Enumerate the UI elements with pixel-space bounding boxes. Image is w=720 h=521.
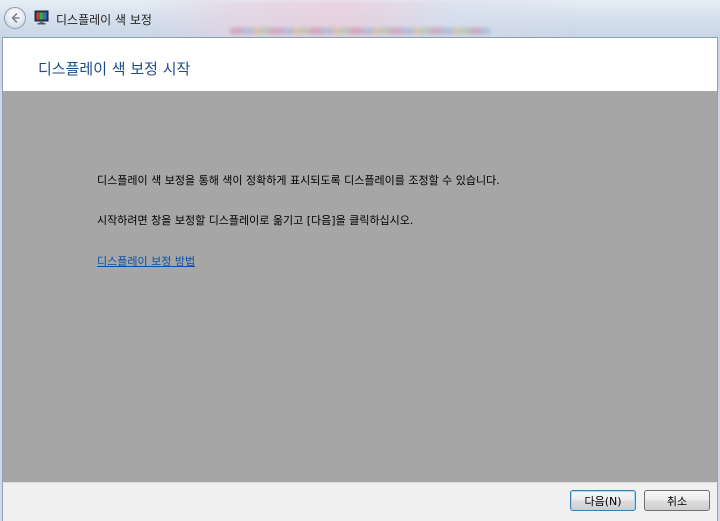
title-bar: 디스플레이 색 보정 — [0, 0, 720, 37]
next-button[interactable]: 다음(N) — [570, 490, 636, 511]
back-arrow-icon — [11, 13, 20, 23]
back-button[interactable] — [4, 7, 26, 29]
wizard-content: 디스플레이 색 보정을 통해 색이 정확하게 표시되도록 디스플레이를 조정할 … — [2, 91, 718, 482]
description-text: 디스플레이 색 보정을 통해 색이 정확하게 표시되도록 디스플레이를 조정할 … — [97, 174, 500, 187]
calibration-help-link[interactable]: 디스플레이 보정 방법 — [97, 253, 195, 269]
instruction-text: 시작하려면 창을 보정할 디스플레이로 옮기고 [다음]을 클릭하십시오. — [97, 214, 414, 227]
wizard-footer: 다음(N) 취소 — [2, 482, 718, 521]
aero-glass-background — [150, 0, 580, 37]
page-title: 디스플레이 색 보정 시작 — [38, 60, 191, 78]
window-title: 디스플레이 색 보정 — [56, 13, 152, 27]
cancel-button[interactable]: 취소 — [644, 490, 710, 511]
monitor-color-icon — [34, 10, 49, 25]
wizard-header: 디스플레이 색 보정 시작 — [2, 37, 718, 91]
